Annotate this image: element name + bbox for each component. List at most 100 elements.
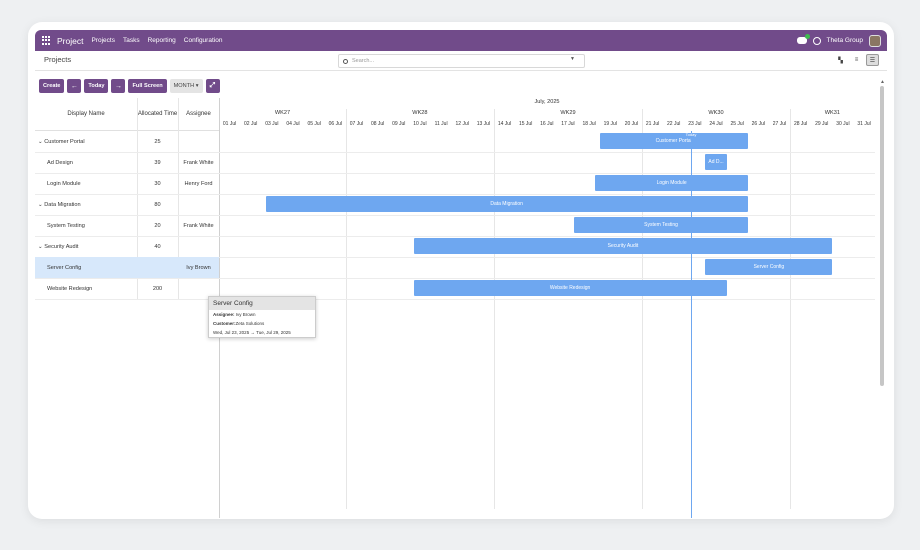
group-row-name[interactable]: ⌄ Security Audit: [38, 236, 133, 257]
task-row-name[interactable]: Server Config: [47, 257, 142, 278]
task-row-name[interactable]: System Testing: [47, 215, 142, 236]
row-divider: [35, 299, 875, 300]
assignee-cell: Henry Ford: [184, 180, 213, 187]
day-label: 12 Jul: [455, 121, 469, 127]
assignee-cell: [178, 194, 219, 215]
day-label: 17 Jul: [561, 121, 575, 127]
assignee-cell: [178, 131, 219, 152]
allocated-time-cell: [137, 257, 178, 278]
day-label: 21 Jul: [645, 121, 660, 127]
task-row-name[interactable]: Login Module: [47, 173, 142, 194]
tooltip-customer: Customer:Zeta Solutions: [213, 321, 265, 326]
tooltip-title: Server Config: [209, 297, 315, 310]
menu-projects[interactable]: Projects: [91, 37, 114, 44]
kanban-view-icon[interactable]: ▚: [834, 54, 847, 66]
day-label: 26 Jul: [751, 121, 765, 127]
user-avatar[interactable]: [869, 34, 881, 47]
day-label: 15 Jul: [518, 121, 533, 127]
week-label: WK30: [708, 110, 724, 116]
gantt-view-icon[interactable]: ☰: [866, 54, 879, 66]
gantt-bar[interactable]: Ad D...: [705, 154, 727, 170]
assignee-cell: Ivy Brown: [186, 264, 211, 271]
scroll-up-icon[interactable]: ▲: [880, 79, 885, 85]
week-divider: [345, 109, 347, 509]
day-label: 13 Jul: [476, 121, 491, 127]
day-label: 09 Jul: [392, 121, 406, 127]
day-label: 01 Jul: [222, 121, 237, 127]
group-row-name[interactable]: ⌄ Customer Portal: [38, 131, 133, 152]
menu-reporting[interactable]: Reporting: [148, 37, 176, 44]
gantt-toolbar: Create ← Today → Full Screen MONTH ▾ ⤢: [39, 79, 220, 95]
day-label: 28 Jul: [793, 121, 808, 127]
gantt-bar[interactable]: Server Config: [705, 259, 833, 275]
chat-icon[interactable]: [796, 34, 810, 44]
scale-dropdown[interactable]: MONTH ▾: [169, 79, 203, 93]
next-arrow-icon[interactable]: →: [111, 79, 126, 93]
previous-arrow-icon[interactable]: ←: [67, 79, 82, 93]
week-label: WK27: [274, 110, 291, 116]
apps-menu-icon[interactable]: [42, 36, 51, 45]
vertical-scrollbar[interactable]: [880, 86, 884, 386]
day-label: 08 Jul: [370, 121, 385, 127]
scale-value: MONTH: [173, 83, 195, 89]
column-header-allocated: Allocated Time: [137, 98, 178, 131]
assignee-cell: Frank White: [183, 222, 214, 229]
expand-icon[interactable]: ⤢: [205, 79, 220, 93]
week-label: WK28: [412, 110, 428, 116]
column-header-name: Display Name: [35, 98, 137, 131]
day-label: 31 Jul: [857, 121, 871, 127]
day-label: 30 Jul: [836, 121, 850, 127]
week-label: WK31: [824, 110, 840, 116]
app-brand[interactable]: Project: [57, 36, 83, 46]
day-label: 02 Jul: [244, 121, 258, 127]
week-label: WK29: [560, 110, 576, 116]
day-label: 14 Jul: [497, 121, 512, 127]
list-view-icon[interactable]: ≡: [850, 54, 863, 66]
day-label: 20 Jul: [624, 121, 639, 127]
search-input[interactable]: Search...: [338, 54, 585, 68]
tooltip-assignee: Assignee: Ivy Brown: [213, 312, 256, 317]
group-row-name[interactable]: ⌄ Data Migration: [38, 194, 133, 215]
day-label: 10 Jul: [413, 121, 427, 127]
menu-configuration[interactable]: Configuration: [184, 37, 223, 44]
activity-clock-icon[interactable]: [812, 36, 821, 45]
day-label: 25 Jul: [730, 121, 744, 127]
view-switcher: ▚ ≡ ☰: [834, 54, 879, 66]
create-button[interactable]: Create: [39, 79, 65, 93]
gantt-bar[interactable]: Website Redesign: [413, 280, 727, 296]
today-label: Today: [685, 132, 697, 137]
task-row-name[interactable]: Ad Design: [47, 152, 142, 173]
gantt-bar[interactable]: Data Migration: [265, 196, 748, 212]
day-label: 05 Jul: [307, 121, 321, 127]
top-navbar: Project Projects Tasks Reporting Configu…: [35, 30, 887, 51]
fullscreen-button[interactable]: Full Screen: [128, 79, 167, 93]
gantt-bar[interactable]: System Testing: [574, 217, 748, 233]
search-placeholder: Search...: [352, 58, 375, 64]
allocated-time-cell: 40: [154, 243, 161, 250]
control-panel: Projects Search... ▼ ▚ ≡ ☰: [35, 51, 887, 71]
timeline-month: July, 2025: [534, 99, 560, 105]
allocated-time-cell: 200: [152, 285, 163, 292]
gantt-bar[interactable]: Security Audit: [413, 238, 833, 254]
search-options-toggle[interactable]: ▼: [570, 56, 575, 62]
day-label: 16 Jul: [540, 121, 554, 127]
menu-tasks[interactable]: Tasks: [123, 37, 140, 44]
gantt-bar[interactable]: Login Module: [595, 175, 748, 191]
today-button[interactable]: Today: [84, 79, 109, 93]
week-divider: [790, 109, 792, 509]
assignee-cell: [178, 236, 219, 257]
day-label: 19 Jul: [603, 121, 617, 127]
day-label: 27 Jul: [772, 121, 787, 127]
tooltip-dates: Wed, Jul 23, 2025 → Tue, Jul 29, 2025: [213, 330, 291, 335]
allocated-time-cell: 20: [154, 222, 161, 229]
task-row-name[interactable]: Website Redesign: [47, 278, 142, 299]
day-label: 23 Jul: [688, 121, 702, 127]
day-label: 22 Jul: [667, 121, 681, 127]
assignee-cell: Frank White: [183, 159, 214, 166]
allocated-time-cell: 30: [154, 180, 161, 187]
gantt-bar[interactable]: Customer Portal: [599, 133, 748, 149]
allocated-time-cell: 25: [154, 138, 161, 145]
company-switcher[interactable]: Theta Group: [827, 37, 864, 44]
app-window: Project Projects Tasks Reporting Configu…: [28, 22, 894, 519]
search-icon: [343, 58, 348, 64]
